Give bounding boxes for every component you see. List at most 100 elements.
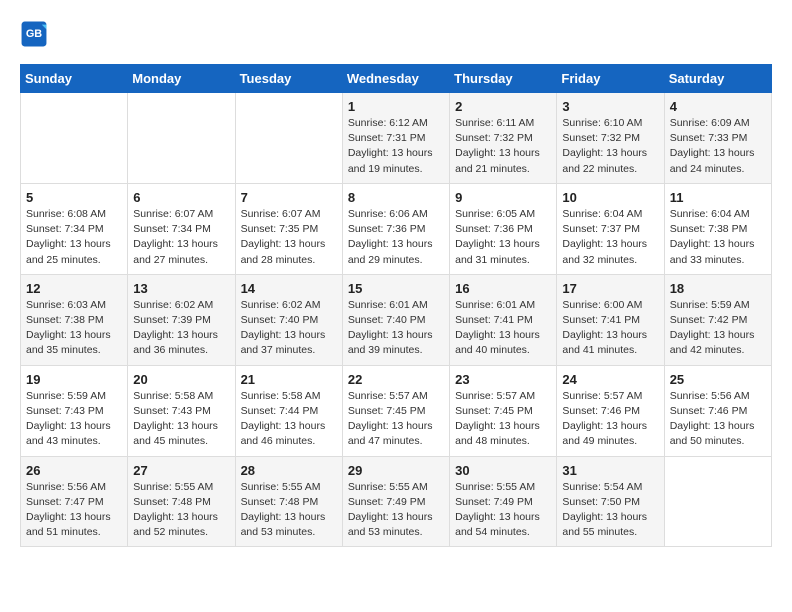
day-info: Sunrise: 6:02 AM Sunset: 7:40 PM Dayligh… [241, 298, 337, 359]
calendar-cell: 2Sunrise: 6:11 AM Sunset: 7:32 PM Daylig… [450, 93, 557, 184]
calendar-cell: 1Sunrise: 6:12 AM Sunset: 7:31 PM Daylig… [342, 93, 449, 184]
day-number: 6 [133, 190, 229, 205]
day-number: 27 [133, 463, 229, 478]
weekday-header-saturday: Saturday [664, 65, 771, 93]
weekday-header-sunday: Sunday [21, 65, 128, 93]
day-info: Sunrise: 6:02 AM Sunset: 7:39 PM Dayligh… [133, 298, 229, 359]
day-number: 26 [26, 463, 122, 478]
day-number: 1 [348, 99, 444, 114]
calendar-cell: 15 Sunrise: 6:01 AM Sunset: 7:40 PM Dayli… [342, 274, 449, 365]
day-number: 8 [348, 190, 444, 205]
calendar-cell: 4Sunrise: 6:09 AM Sunset: 7:33 PM Daylig… [664, 93, 771, 184]
day-number: 20 [133, 372, 229, 387]
day-number: 19 [26, 372, 122, 387]
calendar-cell [128, 93, 235, 184]
day-number: 22 [348, 372, 444, 387]
day-info: Sunrise: 5:55 AM Sunset: 7:49 PM Dayligh… [348, 480, 444, 541]
weekday-header-thursday: Thursday [450, 65, 557, 93]
weekday-header-wednesday: Wednesday [342, 65, 449, 93]
day-info: Sunrise: 6:07 AM Sunset: 7:35 PM Dayligh… [241, 207, 337, 268]
svg-text:GB: GB [26, 28, 42, 40]
day-info: Sunrise: 6:08 AM Sunset: 7:34 PM Dayligh… [26, 207, 122, 268]
day-info: Sunrise: 5:58 AM Sunset: 7:44 PM Dayligh… [241, 389, 337, 450]
day-number: 30 [455, 463, 551, 478]
day-info: Sunrise: 5:59 AM Sunset: 7:42 PM Dayligh… [670, 298, 766, 359]
week-row-2: 5Sunrise: 6:08 AM Sunset: 7:34 PM Daylig… [21, 183, 772, 274]
calendar-cell: 10 Sunrise: 6:04 AM Sunset: 7:37 PM Dayli… [557, 183, 664, 274]
day-number: 29 [348, 463, 444, 478]
week-row-1: 1Sunrise: 6:12 AM Sunset: 7:31 PM Daylig… [21, 93, 772, 184]
calendar-cell: 17 Sunrise: 6:00 AM Sunset: 7:41 PM Dayli… [557, 274, 664, 365]
day-info: Sunrise: 6:05 AM Sunset: 7:36 PM Dayligh… [455, 207, 551, 268]
calendar-cell: 11 Sunrise: 6:04 AM Sunset: 7:38 PM Dayli… [664, 183, 771, 274]
calendar-cell [21, 93, 128, 184]
calendar-cell: 12 Sunrise: 6:03 AM Sunset: 7:38 PM Dayli… [21, 274, 128, 365]
day-number: 31 [562, 463, 658, 478]
day-number: 10 [562, 190, 658, 205]
day-number: 28 [241, 463, 337, 478]
calendar-cell: 28Sunrise: 5:55 AM Sunset: 7:48 PM Dayli… [235, 456, 342, 547]
calendar-cell: 26 Sunrise: 5:56 AM Sunset: 7:47 PM Dayli… [21, 456, 128, 547]
day-info: Sunrise: 5:59 AM Sunset: 7:43 PM Dayligh… [26, 389, 122, 450]
day-number: 12 [26, 281, 122, 296]
logo-icon: GB [20, 20, 48, 48]
day-info: Sunrise: 5:57 AM Sunset: 7:45 PM Dayligh… [455, 389, 551, 450]
day-info: Sunrise: 6:00 AM Sunset: 7:41 PM Dayligh… [562, 298, 658, 359]
day-number: 9 [455, 190, 551, 205]
calendar-table: SundayMondayTuesdayWednesdayThursdayFrid… [20, 64, 772, 547]
calendar-cell: 24 Sunrise: 5:57 AM Sunset: 7:46 PM Dayli… [557, 365, 664, 456]
day-info: Sunrise: 6:03 AM Sunset: 7:38 PM Dayligh… [26, 298, 122, 359]
day-info: Sunrise: 5:56 AM Sunset: 7:47 PM Dayligh… [26, 480, 122, 541]
calendar-cell: 23 Sunrise: 5:57 AM Sunset: 7:45 PM Dayli… [450, 365, 557, 456]
calendar-cell: 25Sunrise: 5:56 AM Sunset: 7:46 PM Dayli… [664, 365, 771, 456]
weekday-header-row: SundayMondayTuesdayWednesdayThursdayFrid… [21, 65, 772, 93]
day-info: Sunrise: 5:58 AM Sunset: 7:43 PM Dayligh… [133, 389, 229, 450]
day-info: Sunrise: 5:57 AM Sunset: 7:46 PM Dayligh… [562, 389, 658, 450]
calendar-cell: 6 Sunrise: 6:07 AM Sunset: 7:34 PM Daylig… [128, 183, 235, 274]
day-number: 18 [670, 281, 766, 296]
week-row-4: 19 Sunrise: 5:59 AM Sunset: 7:43 PM Dayli… [21, 365, 772, 456]
week-row-3: 12 Sunrise: 6:03 AM Sunset: 7:38 PM Dayli… [21, 274, 772, 365]
week-row-5: 26 Sunrise: 5:56 AM Sunset: 7:47 PM Dayli… [21, 456, 772, 547]
day-number: 14 [241, 281, 337, 296]
day-info: Sunrise: 5:56 AM Sunset: 7:46 PM Dayligh… [670, 389, 766, 450]
day-info: Sunrise: 6:01 AM Sunset: 7:41 PM Dayligh… [455, 298, 551, 359]
day-number: 17 [562, 281, 658, 296]
day-number: 21 [241, 372, 337, 387]
day-info: Sunrise: 6:06 AM Sunset: 7:36 PM Dayligh… [348, 207, 444, 268]
day-number: 3 [562, 99, 658, 114]
day-number: 15 [348, 281, 444, 296]
calendar-cell: 30 Sunrise: 5:55 AM Sunset: 7:49 PM Dayli… [450, 456, 557, 547]
calendar-cell: 27Sunrise: 5:55 AM Sunset: 7:48 PM Dayli… [128, 456, 235, 547]
weekday-header-monday: Monday [128, 65, 235, 93]
day-number: 4 [670, 99, 766, 114]
day-info: Sunrise: 6:01 AM Sunset: 7:40 PM Dayligh… [348, 298, 444, 359]
day-number: 11 [670, 190, 766, 205]
day-number: 7 [241, 190, 337, 205]
day-number: 16 [455, 281, 551, 296]
day-info: Sunrise: 6:07 AM Sunset: 7:34 PM Dayligh… [133, 207, 229, 268]
calendar-cell: 3 Sunrise: 6:10 AM Sunset: 7:32 PM Daylig… [557, 93, 664, 184]
calendar-cell: 22 Sunrise: 5:57 AM Sunset: 7:45 PM Dayli… [342, 365, 449, 456]
weekday-header-tuesday: Tuesday [235, 65, 342, 93]
calendar-cell: 5Sunrise: 6:08 AM Sunset: 7:34 PM Daylig… [21, 183, 128, 274]
day-info: Sunrise: 6:11 AM Sunset: 7:32 PM Dayligh… [455, 116, 551, 177]
calendar-cell: 20 Sunrise: 5:58 AM Sunset: 7:43 PM Dayli… [128, 365, 235, 456]
calendar-cell: 7 Sunrise: 6:07 AM Sunset: 7:35 PM Daylig… [235, 183, 342, 274]
day-info: Sunrise: 6:10 AM Sunset: 7:32 PM Dayligh… [562, 116, 658, 177]
day-info: Sunrise: 5:54 AM Sunset: 7:50 PM Dayligh… [562, 480, 658, 541]
day-info: Sunrise: 5:55 AM Sunset: 7:49 PM Dayligh… [455, 480, 551, 541]
calendar-cell: 16 Sunrise: 6:01 AM Sunset: 7:41 PM Dayli… [450, 274, 557, 365]
calendar-cell: 29 Sunrise: 5:55 AM Sunset: 7:49 PM Dayli… [342, 456, 449, 547]
calendar-cell [664, 456, 771, 547]
weekday-header-friday: Friday [557, 65, 664, 93]
day-number: 23 [455, 372, 551, 387]
calendar-cell: 19 Sunrise: 5:59 AM Sunset: 7:43 PM Dayli… [21, 365, 128, 456]
day-info: Sunrise: 5:57 AM Sunset: 7:45 PM Dayligh… [348, 389, 444, 450]
day-info: Sunrise: 6:04 AM Sunset: 7:38 PM Dayligh… [670, 207, 766, 268]
calendar-cell: 31 Sunrise: 5:54 AM Sunset: 7:50 PM Dayli… [557, 456, 664, 547]
day-info: Sunrise: 6:04 AM Sunset: 7:37 PM Dayligh… [562, 207, 658, 268]
calendar-cell: 21 Sunrise: 5:58 AM Sunset: 7:44 PM Dayli… [235, 365, 342, 456]
day-number: 24 [562, 372, 658, 387]
page-header: GB [20, 20, 772, 48]
